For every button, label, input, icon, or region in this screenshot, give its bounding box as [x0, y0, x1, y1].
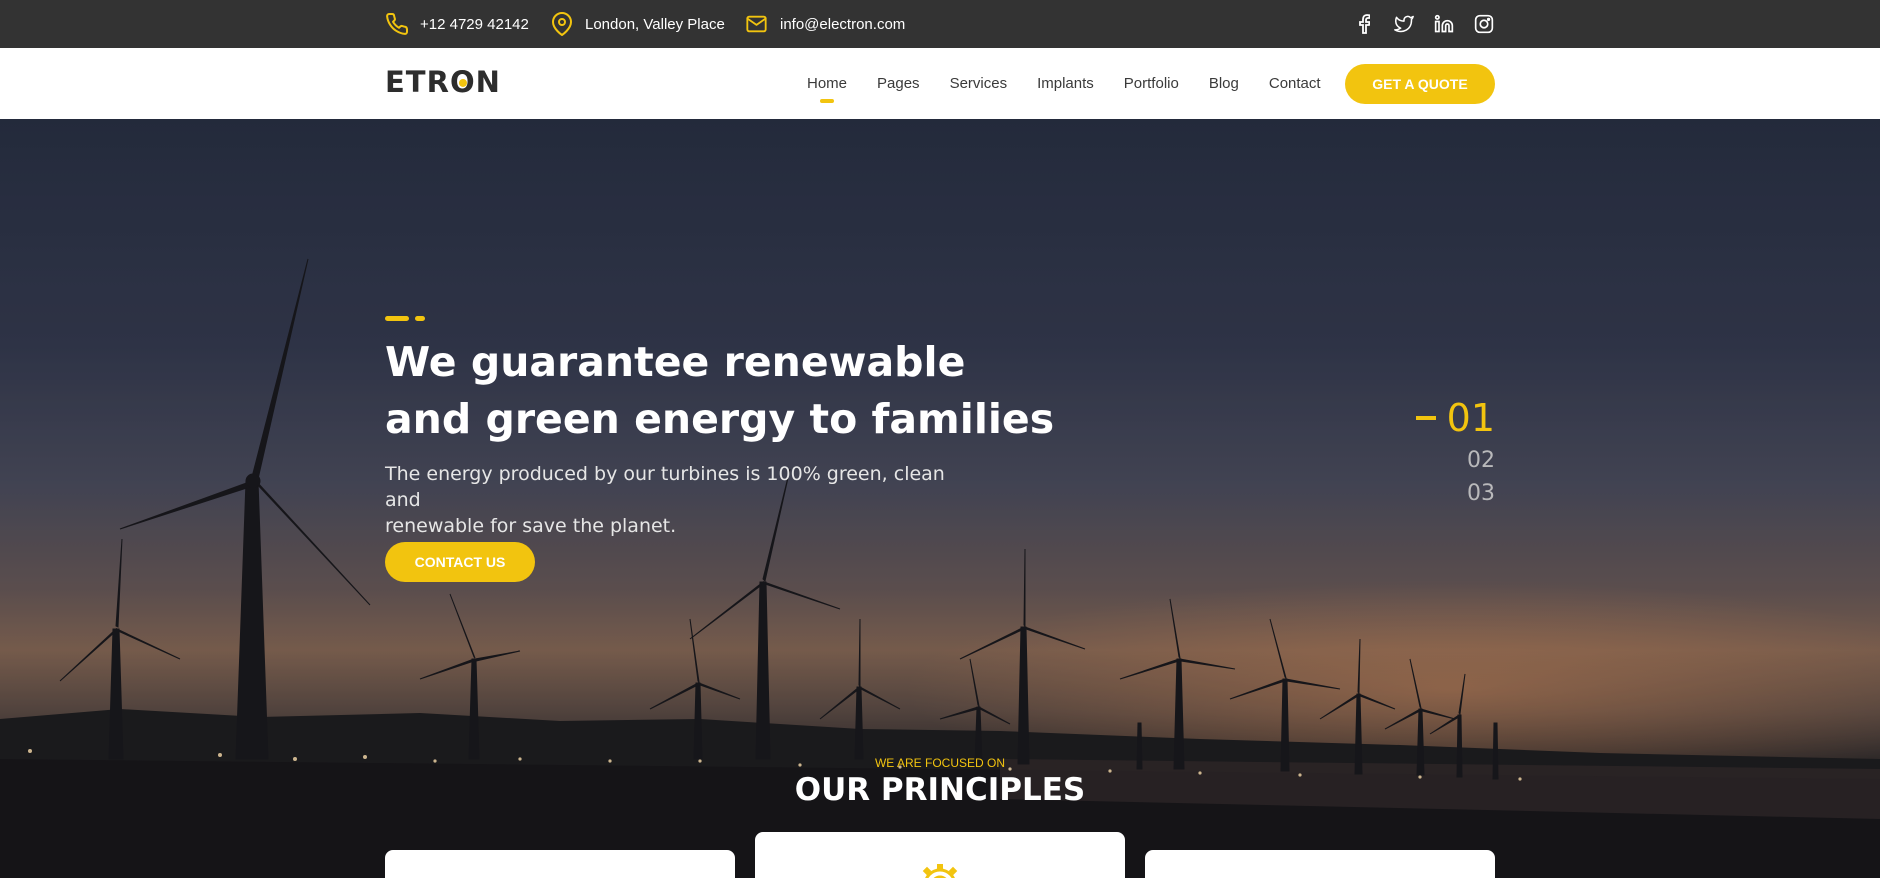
phone-icon	[386, 12, 409, 35]
nav-item-pages[interactable]: Pages	[877, 75, 920, 92]
hero-headline-line-2: and green energy to families	[385, 395, 1055, 443]
hero-subtext: The energy produced by our turbines is 1…	[385, 461, 985, 539]
nav-item-portfolio[interactable]: Portfolio	[1124, 75, 1179, 92]
principle-card-3[interactable]	[1145, 850, 1495, 878]
facebook-icon[interactable]	[1353, 13, 1375, 35]
hero-headline: We guarantee renewable and green energy …	[385, 334, 1065, 448]
twitter-icon[interactable]	[1393, 13, 1415, 35]
nav-item-blog[interactable]: Blog	[1209, 75, 1239, 92]
principle-card-2[interactable]	[755, 832, 1125, 878]
location-text: London, Valley Place	[585, 15, 725, 33]
hero-headline-line-1: We guarantee renewable	[385, 338, 966, 386]
slide-indicator-02[interactable]: 02	[1416, 444, 1495, 477]
gear-icon	[922, 864, 958, 878]
slide-indicator-03[interactable]: 03	[1416, 477, 1495, 510]
nav-item-implants[interactable]: Implants	[1037, 75, 1094, 92]
principles-kicker: WE ARE FOCUSED ON	[874, 756, 1005, 770]
linkedin-icon[interactable]	[1433, 13, 1455, 35]
location-pin-icon	[552, 12, 572, 36]
active-slide-dash	[1415, 416, 1436, 420]
mail-icon	[746, 15, 767, 33]
email-text: info@electron.com	[780, 15, 906, 33]
etron-logo[interactable]: ETRON	[385, 65, 501, 99]
social-links	[1353, 0, 1495, 48]
slide-pagination: 01 02 03	[1415, 392, 1495, 510]
principles-title: OUR PRINCIPLES	[794, 772, 1086, 808]
main-nav: Home Pages Services Implants Portfolio B…	[807, 48, 1351, 119]
top-bar: +12 4729 42142 London, Valley Place info…	[0, 0, 1880, 48]
nav-item-services[interactable]: Services	[950, 75, 1008, 92]
main-header: ETRON Home Pages Services Implants Portf…	[0, 48, 1880, 119]
principle-card-1[interactable]	[385, 850, 735, 878]
location-info[interactable]: London, Valley Place	[550, 0, 725, 48]
hero-subtext-line-1: The energy produced by our turbines is 1…	[385, 463, 945, 511]
contact-us-button[interactable]: CONTACT US	[385, 542, 535, 582]
logo-dot	[458, 78, 467, 87]
get-a-quote-button[interactable]: GET A QUOTE	[1345, 64, 1495, 104]
accent-dashes	[385, 316, 425, 321]
nav-item-home[interactable]: Home	[807, 75, 847, 92]
instagram-icon[interactable]	[1473, 13, 1495, 35]
email-info[interactable]: info@electron.com	[744, 0, 905, 48]
hero-subtext-line-2: renewable for save the planet.	[385, 515, 677, 537]
phone-text: +12 4729 42142	[420, 15, 529, 33]
slide-indicator-01[interactable]: 01	[1415, 392, 1495, 444]
nav-item-contact[interactable]: Contact	[1269, 75, 1321, 92]
phone-info[interactable]: +12 4729 42142	[385, 0, 529, 48]
